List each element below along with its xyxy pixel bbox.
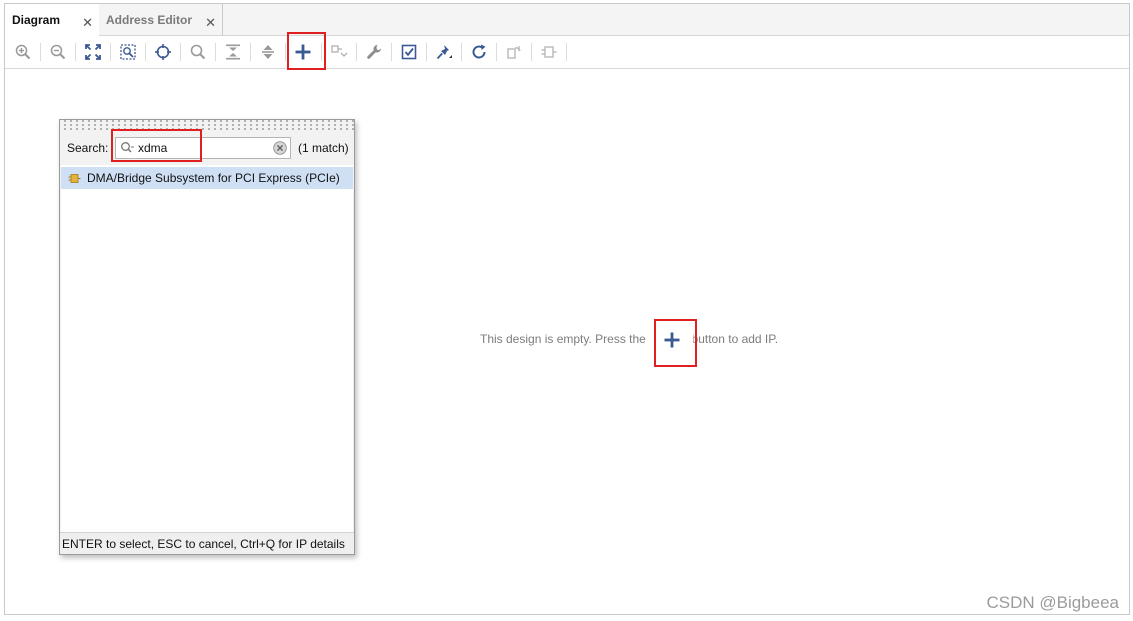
tab-diagram[interactable]: Diagram ✕ [5, 4, 99, 36]
highlight-add-ip-button [287, 32, 326, 70]
clear-search-icon[interactable] [273, 141, 287, 160]
zoom-fit-icon[interactable] [81, 41, 105, 63]
collapse-icon[interactable] [221, 41, 245, 63]
zoom-out-icon[interactable] [46, 41, 70, 63]
highlight-search-input [111, 129, 202, 162]
watermark: CSDN @Bigbeea [986, 593, 1119, 612]
center-icon[interactable] [151, 41, 175, 63]
refresh-icon[interactable] [467, 41, 491, 63]
empty-message-prefix: This design is empty. Press the [480, 332, 646, 346]
close-icon[interactable]: ✕ [205, 15, 216, 31]
ip-core-icon [68, 172, 81, 185]
ip-search-popup: Search: (1 match) DMA/Bridge Subsystem f… [59, 119, 355, 555]
empty-design-message: This design is empty. Press the button t… [480, 332, 778, 346]
highlight-center-add-ip [654, 319, 697, 367]
close-icon[interactable]: ✕ [82, 15, 93, 31]
validate-design-icon[interactable] [397, 41, 421, 63]
tab-bar: Diagram ✕ Address Editor ✕ [5, 4, 1129, 36]
zoom-in-icon[interactable] [11, 41, 35, 63]
search-label: Search: [67, 141, 109, 155]
search-icon[interactable] [186, 41, 210, 63]
expand-icon[interactable] [256, 41, 280, 63]
regenerate-layout-icon[interactable] [502, 41, 526, 63]
list-item[interactable]: DMA/Bridge Subsystem for PCI Express (PC… [61, 167, 353, 189]
match-count: (1 match) [298, 141, 349, 155]
popup-footer: ENTER to select, ESC to cancel, Ctrl+Q f… [60, 532, 354, 554]
tab-diagram-label: Diagram [12, 13, 61, 27]
tab-address-editor[interactable]: Address Editor ✕ [99, 4, 223, 36]
search-row: Search: (1 match) [60, 134, 354, 162]
properties-wrench-icon[interactable] [362, 41, 386, 63]
search-results-list: DMA/Bridge Subsystem for PCI Express (PC… [61, 165, 353, 532]
diagram-toolbar [5, 36, 1129, 69]
popup-drag-handle[interactable] [60, 120, 354, 130]
zoom-area-icon[interactable] [116, 41, 140, 63]
footer-hint: ENTER to select, ESC to cancel, Ctrl+Q f… [62, 537, 345, 551]
pin-icon[interactable] [432, 41, 456, 63]
result-label: DMA/Bridge Subsystem for PCI Express (PC… [87, 171, 340, 185]
tab-address-editor-label: Address Editor [106, 13, 193, 27]
empty-message-suffix: button to add IP. [691, 332, 779, 346]
port-icon[interactable] [537, 41, 561, 63]
make-connection-icon[interactable] [327, 41, 351, 63]
